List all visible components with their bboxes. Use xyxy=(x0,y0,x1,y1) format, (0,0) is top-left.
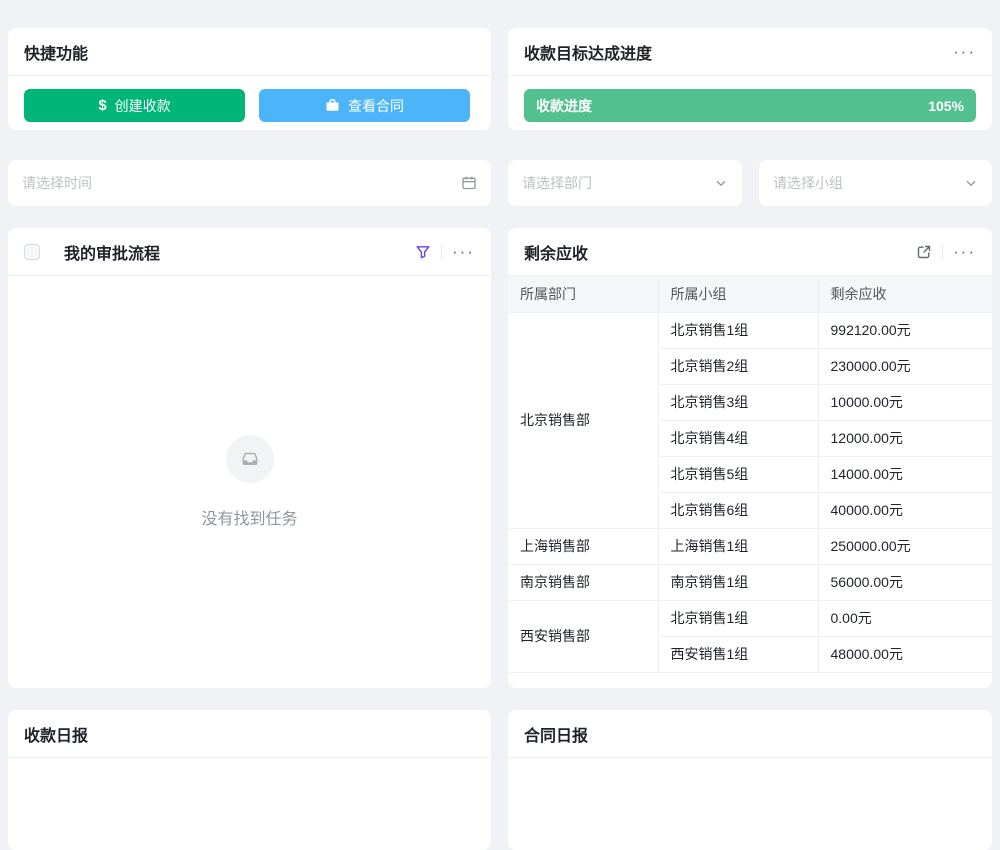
quick-actions-header: 快捷功能 xyxy=(8,28,491,76)
daily-contract-card: 合同日报 xyxy=(508,710,992,850)
dept-cell: 南京销售部 xyxy=(508,564,658,600)
amount-cell: 10000.00元 xyxy=(818,384,992,420)
amount-cell: 40000.00元 xyxy=(818,492,992,528)
group-cell: 北京销售6组 xyxy=(658,492,818,528)
daily-payment-card: 收款日报 xyxy=(8,710,491,850)
group-cell: 上海销售1组 xyxy=(658,528,818,564)
table-row: 北京销售部北京销售1组992120.00元 xyxy=(508,312,992,348)
empty-text: 没有找到任务 xyxy=(201,505,297,529)
amount-cell: 250000.00元 xyxy=(818,528,992,564)
inbox-icon xyxy=(226,435,274,483)
icon-divider xyxy=(942,245,943,259)
create-payment-button[interactable]: $ 创建收款 xyxy=(24,89,245,122)
col-header-amount: 剩余应收 xyxy=(818,276,992,312)
time-input[interactable] xyxy=(22,175,453,191)
more-icon[interactable]: ··· xyxy=(452,243,475,260)
amount-cell: 0.00元 xyxy=(818,600,992,636)
table-row: 上海销售部上海销售1组250000.00元 xyxy=(508,528,992,564)
amount-cell: 14000.00元 xyxy=(818,456,992,492)
progress-title: 收款目标达成进度 xyxy=(524,40,652,64)
amount-cell: 48000.00元 xyxy=(818,636,992,672)
chevron-down-icon[interactable] xyxy=(714,176,728,190)
group-cell: 北京销售2组 xyxy=(658,348,818,384)
table-header-row: 所属部门 所属小组 剩余应收 xyxy=(508,276,992,312)
daily-contract-header: 合同日报 xyxy=(508,710,992,758)
group-cell: 北京销售3组 xyxy=(658,384,818,420)
daily-payment-title: 收款日报 xyxy=(24,722,88,746)
amount-cell: 12000.00元 xyxy=(818,420,992,456)
approval-checkbox[interactable] xyxy=(24,244,40,260)
col-header-group: 所属小组 xyxy=(658,276,818,312)
group-input[interactable] xyxy=(773,175,956,191)
chevron-down-icon[interactable] xyxy=(964,176,978,190)
progress-bar: 收款进度 105% xyxy=(524,89,976,122)
dept-cell: 上海销售部 xyxy=(508,528,658,564)
empty-state: 没有找到任务 xyxy=(8,276,491,687)
dept-cell: 北京销售部 xyxy=(508,312,658,528)
view-contract-label: 查看合同 xyxy=(348,96,404,116)
dashboard-page: { "colors": { "page_bg": "#f0f2f5", "pri… xyxy=(0,0,1000,800)
receivables-header: 剩余应收 ··· xyxy=(508,228,992,276)
group-cell: 北京销售1组 xyxy=(658,312,818,348)
group-cell: 北京销售5组 xyxy=(658,456,818,492)
calendar-icon[interactable] xyxy=(461,175,477,191)
receivables-table-body: 北京销售部北京销售1组992120.00元北京销售2组230000.00元北京销… xyxy=(508,312,992,672)
col-header-dept: 所属部门 xyxy=(508,276,658,312)
filter-icon[interactable] xyxy=(415,244,431,260)
time-select[interactable] xyxy=(8,160,491,206)
quick-actions-title: 快捷功能 xyxy=(24,40,88,64)
quick-actions-body: $ 创建收款 查看合同 xyxy=(8,76,491,135)
progress-bar-value: 105% xyxy=(928,98,964,114)
dept-select[interactable] xyxy=(508,160,742,206)
amount-cell: 230000.00元 xyxy=(818,348,992,384)
receivables-table: 所属部门 所属小组 剩余应收 北京销售部北京销售1组992120.00元北京销售… xyxy=(508,276,992,673)
dollar-icon: $ xyxy=(98,97,106,114)
approval-title: 我的审批流程 xyxy=(64,240,160,264)
receivables-card: 剩余应收 ··· 所属部门 所属小组 剩余应收 北京销售部北京销售1组99212… xyxy=(508,228,992,688)
daily-payment-header: 收款日报 xyxy=(8,710,491,758)
approval-card: 我的审批流程 ··· 没有找到任务 xyxy=(8,228,491,688)
external-link-icon[interactable] xyxy=(916,244,932,260)
quick-actions-card: 快捷功能 $ 创建收款 查看合同 xyxy=(8,28,491,130)
more-icon[interactable]: ··· xyxy=(953,243,976,260)
amount-cell: 56000.00元 xyxy=(818,564,992,600)
group-cell: 西安销售1组 xyxy=(658,636,818,672)
daily-contract-title: 合同日报 xyxy=(524,722,588,746)
progress-card: 收款目标达成进度 ··· 收款进度 105% xyxy=(508,28,992,130)
table-row: 西安销售部北京销售1组0.00元 xyxy=(508,600,992,636)
group-cell: 北京销售4组 xyxy=(658,420,818,456)
dept-cell: 西安销售部 xyxy=(508,600,658,672)
group-cell: 南京销售1组 xyxy=(658,564,818,600)
group-select[interactable] xyxy=(759,160,992,206)
progress-body: 收款进度 105% xyxy=(508,76,992,135)
group-cell: 北京销售1组 xyxy=(658,600,818,636)
icon-divider xyxy=(441,245,442,259)
table-row: 南京销售部南京销售1组56000.00元 xyxy=(508,564,992,600)
more-icon[interactable]: ··· xyxy=(953,43,976,60)
progress-header: 收款目标达成进度 ··· xyxy=(508,28,992,76)
create-payment-label: 创建收款 xyxy=(115,96,171,116)
progress-bar-label: 收款进度 xyxy=(536,96,592,116)
approval-header: 我的审批流程 ··· xyxy=(8,228,491,276)
briefcase-icon xyxy=(325,98,340,113)
amount-cell: 992120.00元 xyxy=(818,312,992,348)
dept-input[interactable] xyxy=(522,175,706,191)
receivables-title: 剩余应收 xyxy=(524,240,588,264)
view-contract-button[interactable]: 查看合同 xyxy=(259,89,470,122)
